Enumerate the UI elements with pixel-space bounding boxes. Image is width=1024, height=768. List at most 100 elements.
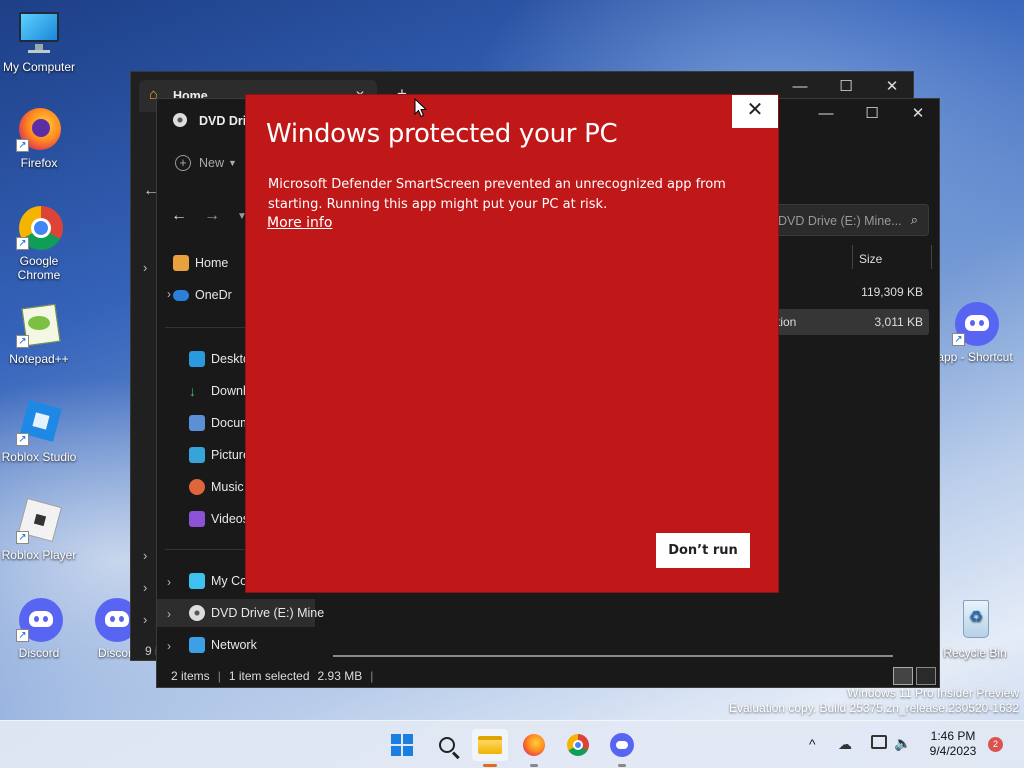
search-icon (439, 737, 460, 760)
nav-item-videos[interactable]: Videos (189, 505, 249, 533)
desktop-icon-label: app - Shortcut (937, 350, 1013, 364)
column-header-size[interactable]: Size (859, 252, 882, 266)
chevron-down-icon: ▼ (228, 158, 237, 168)
desktop-icon-label: Roblox Studio (1, 450, 77, 464)
expand-chevron-icon[interactable]: › (167, 639, 171, 653)
horizontal-scrollbar[interactable] (333, 655, 893, 657)
firefox-icon (523, 734, 545, 756)
watermark-line-2: Evaluation copy. Build 25375.zn_release.… (729, 701, 1019, 715)
network-icon[interactable] (871, 735, 887, 749)
file-name: tion (777, 315, 797, 329)
running-indicator (530, 764, 538, 767)
dont-run-button[interactable]: Don’t run (656, 533, 750, 568)
tiles-view-icon[interactable] (916, 667, 936, 685)
expand-chevron-icon[interactable]: › (143, 260, 147, 275)
desktop-icon-app-shortcut[interactable]: ↗ app - Shortcut (933, 300, 1017, 364)
nav-label: Music (211, 480, 244, 494)
desktop-icon-recycle-bin[interactable]: ♻ Recycle Bin (933, 596, 1017, 660)
dialog-message: Microsoft Defender SmartScreen prevented… (268, 177, 726, 212)
desktop-icon-label: Notepad++ (9, 352, 69, 366)
desktop-icon-discord[interactable]: ↗ Discord (0, 596, 81, 660)
nav-item-documents[interactable]: Docum (189, 409, 251, 437)
expand-chevron-icon[interactable]: › (167, 575, 171, 589)
start-button[interactable] (384, 729, 420, 761)
desktop-icon-label: Firefox (20, 156, 58, 170)
cloud-offline-icon[interactable]: ☁ (838, 736, 852, 753)
nav-label: OneDr (195, 288, 232, 302)
monitor-icon (16, 10, 62, 56)
start-icon (391, 734, 413, 756)
expand-chevron-icon[interactable]: › (143, 612, 147, 627)
monitor-icon (189, 573, 205, 589)
chrome-button[interactable] (560, 729, 596, 761)
desktop-icon-my-computer[interactable]: My Computer (0, 10, 81, 74)
table-row-selected[interactable]: tion 3,011 KB (777, 309, 929, 335)
close-button[interactable]: ✕ (732, 95, 778, 128)
network-icon (189, 637, 205, 653)
details-view-icon[interactable] (893, 667, 913, 685)
desktop-icon-label: Discor (97, 646, 132, 660)
file-explorer-button[interactable] (472, 729, 508, 767)
shortcut-arrow-icon: ↗ (16, 433, 29, 446)
expand-chevron-icon[interactable]: › (143, 580, 147, 595)
roblox-player-icon: ↗ (16, 497, 63, 544)
maximize-button[interactable]: ☐ (849, 99, 895, 129)
status-separator: | (217, 669, 221, 683)
search-button[interactable] (429, 729, 465, 761)
new-button-label: New (199, 156, 225, 170)
discord-icon: ↗ (952, 300, 999, 346)
picture-icon (189, 447, 205, 463)
nav-label: Downl (211, 384, 246, 398)
nav-item-desktop[interactable]: Deskto (189, 345, 250, 373)
desktop-icon-firefox[interactable]: ↗ Firefox (0, 106, 81, 170)
roblox-studio-icon: ↗ (16, 400, 62, 446)
nav-item-home[interactable]: Home (173, 249, 228, 277)
back-arrow-icon[interactable]: ← (171, 207, 187, 225)
more-info-link[interactable]: More info (267, 215, 332, 231)
status-selected: 1 item selected (228, 669, 310, 683)
close-button[interactable]: ✕ (895, 99, 941, 129)
nav-item-my-computer[interactable]: My Co (189, 567, 247, 595)
desktop-icon-chrome[interactable]: ↗ Google Chrome (0, 204, 81, 282)
desktop-icon (189, 351, 205, 367)
file-explorer-icon (478, 736, 502, 754)
nav-item-downloads[interactable]: ↓ Downl (189, 377, 246, 405)
nav-item-onedrive[interactable]: OneDr (173, 281, 232, 309)
search-icon: ⌕ (910, 212, 918, 227)
chrome-icon (567, 734, 589, 756)
expand-chevron-icon[interactable]: › (167, 287, 171, 301)
show-hidden-icons-button[interactable]: ^ (809, 736, 816, 752)
nav-label: DVD Drive (E:) Mine (211, 606, 325, 620)
file-size: 3,011 KB (874, 315, 923, 329)
forward-arrow-icon[interactable]: → (204, 207, 220, 225)
nav-item-network[interactable]: Network (189, 631, 257, 659)
chrome-icon: ↗ (16, 204, 63, 250)
discord-icon: ↗ (16, 596, 63, 642)
desktop-icon-roblox-player[interactable]: ↗ Roblox Player (0, 497, 81, 562)
video-icon (189, 511, 205, 527)
search-box[interactable]: DVD Drive (E:) Mine... ⌕ (769, 204, 929, 236)
minimize-button[interactable]: — (803, 99, 849, 129)
recycle-bin-icon: ♻ (952, 596, 998, 642)
clock[interactable]: 1:46 PM 9/4/2023 (924, 729, 982, 759)
new-button[interactable]: + New ▼ (175, 155, 237, 171)
nav-item-music[interactable]: Music (189, 473, 244, 501)
nav-item-pictures[interactable]: Picture (189, 441, 250, 469)
nav-label: Home (195, 256, 229, 270)
watermark-line-1: Windows 11 Pro Insider Preview (847, 686, 1019, 700)
firefox-button[interactable] (516, 729, 552, 767)
desktop-icon-notepadpp[interactable]: ↗ Notepad++ (0, 302, 81, 366)
discord-button[interactable] (604, 729, 640, 767)
search-input[interactable]: DVD Drive (E:) Mine... (778, 214, 902, 228)
table-row[interactable]: 119,309 KB (777, 279, 929, 305)
volume-icon[interactable]: 🔈 (894, 735, 911, 752)
column-divider (931, 245, 932, 269)
clock-date: 9/4/2023 (929, 744, 977, 758)
expand-chevron-icon[interactable]: › (143, 548, 147, 563)
expand-chevron-icon[interactable]: › (167, 607, 171, 621)
notification-badge[interactable]: 2 (988, 737, 1003, 752)
discord-icon (610, 733, 634, 757)
status-size: 2.93 MB (317, 669, 363, 683)
nav-item-dvd-drive[interactable]: DVD Drive (E:) Mine (189, 599, 324, 627)
desktop-icon-roblox-studio[interactable]: ↗ Roblox Studio (0, 400, 81, 464)
